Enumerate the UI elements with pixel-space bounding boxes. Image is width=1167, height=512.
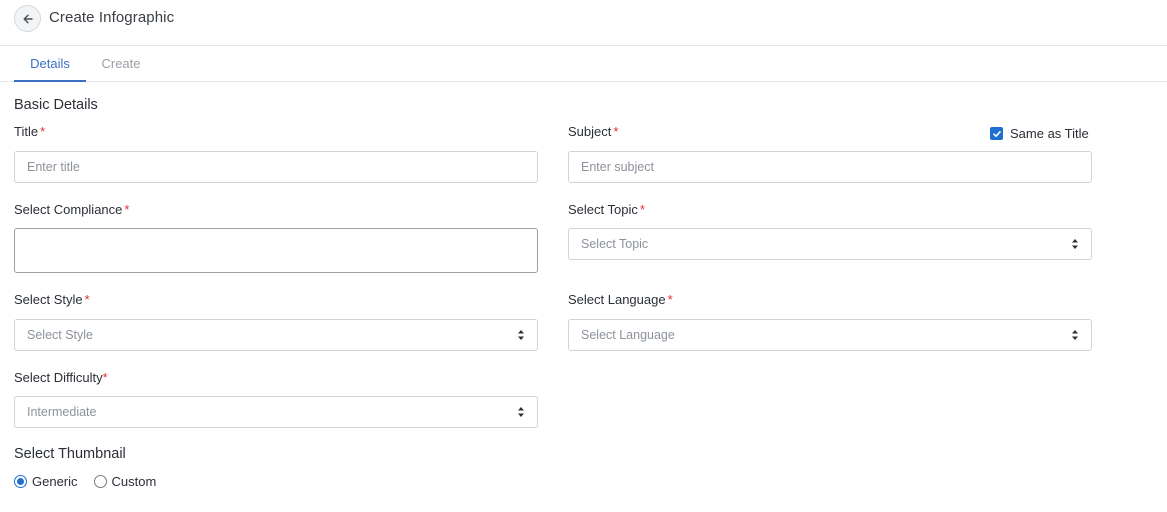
language-select-value: Select Language	[581, 328, 675, 342]
compliance-multiselect[interactable]	[14, 228, 538, 273]
required-mark: *	[102, 370, 108, 385]
same-as-title-checkbox[interactable]: Same as Title	[990, 126, 1089, 141]
sort-arrows-icon	[518, 330, 524, 340]
style-select[interactable]: Select Style	[14, 319, 538, 351]
required-mark: *	[84, 292, 90, 307]
title-input[interactable]	[14, 151, 538, 183]
tab-details[interactable]: Details	[14, 46, 86, 82]
difficulty-label: Select Difficulty*	[14, 370, 108, 385]
checkbox-checked-icon[interactable]	[990, 127, 1003, 140]
radio-selected-icon[interactable]	[14, 475, 27, 488]
sort-arrows-icon	[1072, 330, 1078, 340]
difficulty-select[interactable]: Intermediate	[14, 396, 538, 428]
checkmark-icon	[992, 130, 1001, 137]
title-label: Title *	[14, 124, 46, 139]
radio-custom-label: Custom	[111, 474, 157, 489]
required-mark: *	[639, 202, 645, 217]
tab-bar: Details Create	[0, 46, 1167, 82]
topic-label: Select Topic *	[568, 202, 645, 217]
arrow-left-icon	[23, 14, 33, 23]
radio-custom[interactable]: Custom	[93, 474, 157, 489]
thumbnail-radio-group: Generic Custom	[14, 474, 172, 489]
radio-generic[interactable]: Generic	[14, 474, 78, 489]
topic-select-value: Select Topic	[581, 237, 649, 251]
same-as-title-label: Same as Title	[1010, 126, 1089, 141]
required-mark: *	[124, 202, 130, 217]
page-title: Create Infographic	[49, 9, 175, 26]
topic-select[interactable]: Select Topic	[568, 228, 1092, 260]
subject-input[interactable]	[568, 151, 1092, 183]
style-select-value: Select Style	[27, 328, 94, 342]
subject-label: Subject *	[568, 124, 619, 139]
language-select[interactable]: Select Language	[568, 319, 1092, 351]
back-button[interactable]	[14, 5, 41, 32]
difficulty-select-value: Intermediate	[27, 405, 97, 419]
compliance-label: Select Compliance *	[14, 202, 130, 217]
radio-generic-label: Generic	[32, 474, 78, 489]
tab-create[interactable]: Create	[86, 46, 156, 81]
style-label: Select Style *	[14, 292, 90, 307]
sort-arrows-icon	[518, 407, 524, 417]
page-header: Create Infographic	[0, 0, 1167, 46]
sort-arrows-icon	[1072, 239, 1078, 249]
required-mark: *	[667, 292, 673, 307]
basic-details-heading: Basic Details	[14, 97, 98, 113]
required-mark: *	[613, 124, 619, 139]
radio-unselected-icon[interactable]	[93, 475, 107, 488]
thumbnail-heading: Select Thumbnail	[14, 446, 126, 462]
language-label: Select Language *	[568, 292, 673, 307]
required-mark: *	[40, 124, 46, 139]
